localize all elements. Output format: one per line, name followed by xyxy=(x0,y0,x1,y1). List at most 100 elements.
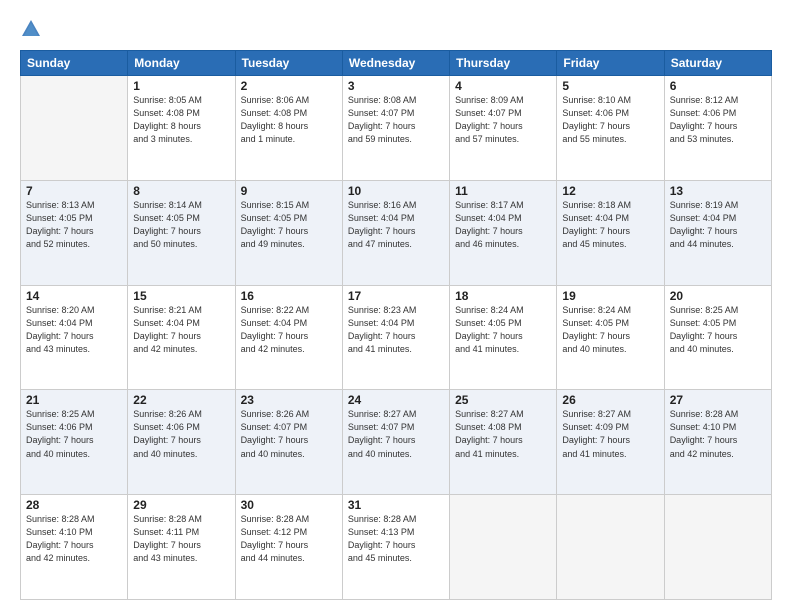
day-info: Sunrise: 8:12 AM Sunset: 4:06 PM Dayligh… xyxy=(670,94,766,146)
day-info: Sunrise: 8:10 AM Sunset: 4:06 PM Dayligh… xyxy=(562,94,658,146)
calendar-cell: 13Sunrise: 8:19 AM Sunset: 4:04 PM Dayli… xyxy=(664,180,771,285)
week-row-3: 14Sunrise: 8:20 AM Sunset: 4:04 PM Dayli… xyxy=(21,285,772,390)
day-number: 2 xyxy=(241,79,337,93)
calendar-cell: 28Sunrise: 8:28 AM Sunset: 4:10 PM Dayli… xyxy=(21,495,128,600)
day-number: 11 xyxy=(455,184,551,198)
calendar-cell xyxy=(664,495,771,600)
day-number: 4 xyxy=(455,79,551,93)
logo-icon xyxy=(20,18,42,40)
day-number: 7 xyxy=(26,184,122,198)
calendar-cell: 29Sunrise: 8:28 AM Sunset: 4:11 PM Dayli… xyxy=(128,495,235,600)
day-info: Sunrise: 8:13 AM Sunset: 4:05 PM Dayligh… xyxy=(26,199,122,251)
calendar-cell: 14Sunrise: 8:20 AM Sunset: 4:04 PM Dayli… xyxy=(21,285,128,390)
logo xyxy=(20,18,46,40)
calendar-cell: 2Sunrise: 8:06 AM Sunset: 4:08 PM Daylig… xyxy=(235,76,342,181)
day-number: 31 xyxy=(348,498,444,512)
day-number: 20 xyxy=(670,289,766,303)
calendar-cell: 11Sunrise: 8:17 AM Sunset: 4:04 PM Dayli… xyxy=(450,180,557,285)
day-info: Sunrise: 8:06 AM Sunset: 4:08 PM Dayligh… xyxy=(241,94,337,146)
day-number: 24 xyxy=(348,393,444,407)
week-row-1: 1Sunrise: 8:05 AM Sunset: 4:08 PM Daylig… xyxy=(21,76,772,181)
day-info: Sunrise: 8:15 AM Sunset: 4:05 PM Dayligh… xyxy=(241,199,337,251)
weekday-header-monday: Monday xyxy=(128,51,235,76)
calendar-table: SundayMondayTuesdayWednesdayThursdayFrid… xyxy=(20,50,772,600)
day-info: Sunrise: 8:17 AM Sunset: 4:04 PM Dayligh… xyxy=(455,199,551,251)
calendar-cell: 31Sunrise: 8:28 AM Sunset: 4:13 PM Dayli… xyxy=(342,495,449,600)
weekday-header-saturday: Saturday xyxy=(664,51,771,76)
weekday-header-wednesday: Wednesday xyxy=(342,51,449,76)
day-number: 28 xyxy=(26,498,122,512)
day-number: 8 xyxy=(133,184,229,198)
calendar-cell: 25Sunrise: 8:27 AM Sunset: 4:08 PM Dayli… xyxy=(450,390,557,495)
day-number: 26 xyxy=(562,393,658,407)
day-number: 12 xyxy=(562,184,658,198)
day-number: 27 xyxy=(670,393,766,407)
day-info: Sunrise: 8:08 AM Sunset: 4:07 PM Dayligh… xyxy=(348,94,444,146)
calendar-cell: 24Sunrise: 8:27 AM Sunset: 4:07 PM Dayli… xyxy=(342,390,449,495)
calendar-cell: 20Sunrise: 8:25 AM Sunset: 4:05 PM Dayli… xyxy=(664,285,771,390)
calendar-cell: 8Sunrise: 8:14 AM Sunset: 4:05 PM Daylig… xyxy=(128,180,235,285)
day-info: Sunrise: 8:20 AM Sunset: 4:04 PM Dayligh… xyxy=(26,304,122,356)
day-number: 17 xyxy=(348,289,444,303)
weekday-header-friday: Friday xyxy=(557,51,664,76)
day-info: Sunrise: 8:05 AM Sunset: 4:08 PM Dayligh… xyxy=(133,94,229,146)
day-number: 22 xyxy=(133,393,229,407)
weekday-header-tuesday: Tuesday xyxy=(235,51,342,76)
day-info: Sunrise: 8:25 AM Sunset: 4:05 PM Dayligh… xyxy=(670,304,766,356)
day-info: Sunrise: 8:28 AM Sunset: 4:13 PM Dayligh… xyxy=(348,513,444,565)
day-number: 15 xyxy=(133,289,229,303)
day-info: Sunrise: 8:21 AM Sunset: 4:04 PM Dayligh… xyxy=(133,304,229,356)
day-number: 23 xyxy=(241,393,337,407)
calendar-cell: 12Sunrise: 8:18 AM Sunset: 4:04 PM Dayli… xyxy=(557,180,664,285)
day-number: 16 xyxy=(241,289,337,303)
calendar-page: SundayMondayTuesdayWednesdayThursdayFrid… xyxy=(0,0,792,612)
day-number: 6 xyxy=(670,79,766,93)
calendar-cell xyxy=(557,495,664,600)
day-info: Sunrise: 8:28 AM Sunset: 4:10 PM Dayligh… xyxy=(26,513,122,565)
calendar-cell xyxy=(450,495,557,600)
calendar-cell xyxy=(21,76,128,181)
day-info: Sunrise: 8:16 AM Sunset: 4:04 PM Dayligh… xyxy=(348,199,444,251)
calendar-cell: 30Sunrise: 8:28 AM Sunset: 4:12 PM Dayli… xyxy=(235,495,342,600)
calendar-cell: 15Sunrise: 8:21 AM Sunset: 4:04 PM Dayli… xyxy=(128,285,235,390)
day-info: Sunrise: 8:27 AM Sunset: 4:07 PM Dayligh… xyxy=(348,408,444,460)
weekday-header-row: SundayMondayTuesdayWednesdayThursdayFrid… xyxy=(21,51,772,76)
week-row-5: 28Sunrise: 8:28 AM Sunset: 4:10 PM Dayli… xyxy=(21,495,772,600)
day-info: Sunrise: 8:26 AM Sunset: 4:07 PM Dayligh… xyxy=(241,408,337,460)
day-info: Sunrise: 8:24 AM Sunset: 4:05 PM Dayligh… xyxy=(455,304,551,356)
day-info: Sunrise: 8:24 AM Sunset: 4:05 PM Dayligh… xyxy=(562,304,658,356)
weekday-header-thursday: Thursday xyxy=(450,51,557,76)
day-number: 18 xyxy=(455,289,551,303)
calendar-cell: 3Sunrise: 8:08 AM Sunset: 4:07 PM Daylig… xyxy=(342,76,449,181)
calendar-cell: 27Sunrise: 8:28 AM Sunset: 4:10 PM Dayli… xyxy=(664,390,771,495)
week-row-2: 7Sunrise: 8:13 AM Sunset: 4:05 PM Daylig… xyxy=(21,180,772,285)
day-number: 21 xyxy=(26,393,122,407)
day-number: 13 xyxy=(670,184,766,198)
day-number: 10 xyxy=(348,184,444,198)
day-number: 1 xyxy=(133,79,229,93)
day-number: 29 xyxy=(133,498,229,512)
day-info: Sunrise: 8:09 AM Sunset: 4:07 PM Dayligh… xyxy=(455,94,551,146)
calendar-cell: 22Sunrise: 8:26 AM Sunset: 4:06 PM Dayli… xyxy=(128,390,235,495)
day-info: Sunrise: 8:23 AM Sunset: 4:04 PM Dayligh… xyxy=(348,304,444,356)
day-number: 5 xyxy=(562,79,658,93)
week-row-4: 21Sunrise: 8:25 AM Sunset: 4:06 PM Dayli… xyxy=(21,390,772,495)
day-info: Sunrise: 8:14 AM Sunset: 4:05 PM Dayligh… xyxy=(133,199,229,251)
calendar-cell: 7Sunrise: 8:13 AM Sunset: 4:05 PM Daylig… xyxy=(21,180,128,285)
day-number: 30 xyxy=(241,498,337,512)
day-info: Sunrise: 8:26 AM Sunset: 4:06 PM Dayligh… xyxy=(133,408,229,460)
calendar-cell: 16Sunrise: 8:22 AM Sunset: 4:04 PM Dayli… xyxy=(235,285,342,390)
day-number: 9 xyxy=(241,184,337,198)
day-number: 25 xyxy=(455,393,551,407)
day-info: Sunrise: 8:27 AM Sunset: 4:09 PM Dayligh… xyxy=(562,408,658,460)
day-info: Sunrise: 8:19 AM Sunset: 4:04 PM Dayligh… xyxy=(670,199,766,251)
calendar-cell: 1Sunrise: 8:05 AM Sunset: 4:08 PM Daylig… xyxy=(128,76,235,181)
day-info: Sunrise: 8:25 AM Sunset: 4:06 PM Dayligh… xyxy=(26,408,122,460)
weekday-header-sunday: Sunday xyxy=(21,51,128,76)
day-info: Sunrise: 8:22 AM Sunset: 4:04 PM Dayligh… xyxy=(241,304,337,356)
calendar-cell: 4Sunrise: 8:09 AM Sunset: 4:07 PM Daylig… xyxy=(450,76,557,181)
calendar-cell: 6Sunrise: 8:12 AM Sunset: 4:06 PM Daylig… xyxy=(664,76,771,181)
calendar-cell: 9Sunrise: 8:15 AM Sunset: 4:05 PM Daylig… xyxy=(235,180,342,285)
day-number: 14 xyxy=(26,289,122,303)
calendar-cell: 26Sunrise: 8:27 AM Sunset: 4:09 PM Dayli… xyxy=(557,390,664,495)
